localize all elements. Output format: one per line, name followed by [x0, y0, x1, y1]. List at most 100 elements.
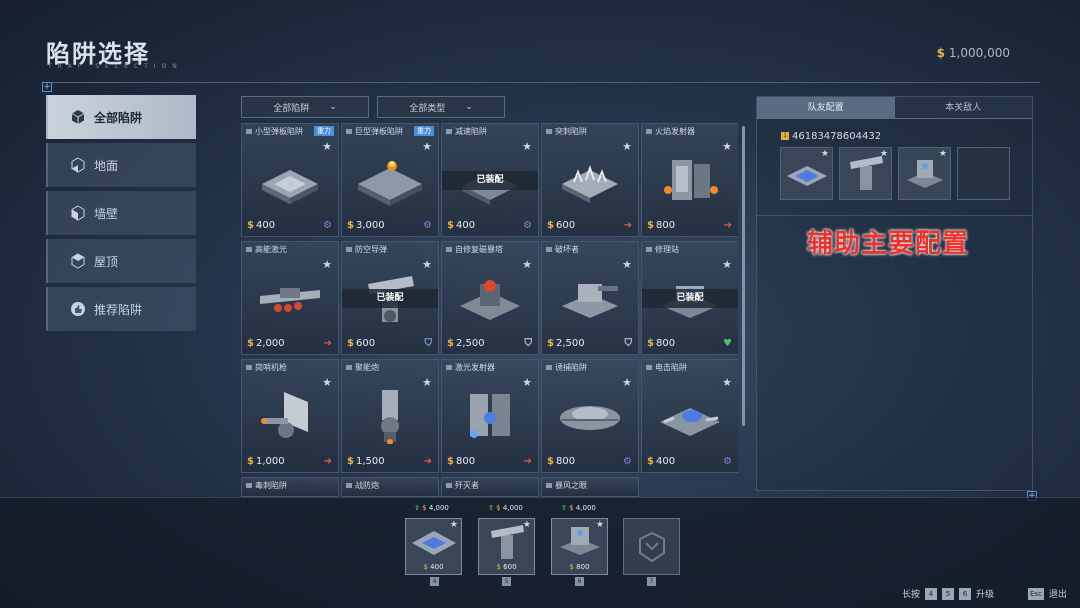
- arrow-right-icon[interactable]: ➜: [524, 456, 532, 467]
- trap-card[interactable]: 聚能炮 ★ $1,500 ➜: [341, 359, 439, 473]
- heart-icon[interactable]: ♥: [723, 338, 732, 349]
- exit-button[interactable]: Esc 退出: [1028, 587, 1067, 600]
- sidebar-item-label: 全部陷阱: [94, 110, 143, 125]
- trap-card[interactable]: 小型弹板陷阱 重力 ★ $400 ⚙: [241, 123, 339, 237]
- trap-card[interactable]: 毒刺陷阱: [241, 477, 339, 497]
- quickbar-slot-4[interactable]: ★ $ 400: [405, 518, 462, 575]
- teammate-slot-small-launch-pad[interactable]: ★: [780, 147, 833, 200]
- slot-price: 800: [576, 563, 590, 571]
- trap-card[interactable]: 修理站 ★ 已装配 $800 ♥: [641, 241, 738, 355]
- key-4: 4: [925, 587, 938, 600]
- floor-type-icon: [246, 483, 252, 488]
- floor-type-icon: [346, 247, 352, 252]
- arrow-right-icon[interactable]: ➜: [324, 456, 332, 467]
- teammate-slot-empty[interactable]: [957, 147, 1010, 200]
- teammate-id: 1 46183478604432: [781, 131, 881, 142]
- tab-teammate-config[interactable]: 队友配置: [757, 97, 895, 119]
- equipped-badge: 已装配: [442, 171, 538, 190]
- trap-name: 自修复磁暴塔: [455, 245, 503, 254]
- favorite-star-icon: ★: [522, 520, 531, 530]
- gear-icon[interactable]: ⚙: [423, 220, 432, 231]
- gravity-tag: 重力: [314, 126, 334, 136]
- key-6: 6: [959, 587, 972, 600]
- type-filter-dropdown[interactable]: 全部类型 ⌄: [377, 96, 505, 118]
- trap-card[interactable]: 破坏者 ★ $2,500 ⛉: [541, 241, 639, 355]
- trap-card[interactable]: 高能激光 ★ $2,000 ➜: [241, 241, 339, 355]
- teammate-slot-repair-station[interactable]: ★: [898, 147, 951, 200]
- trap-card[interactable]: 岗哨机枪 ★ $1,000 ➜: [241, 359, 339, 473]
- trap-price: 2,000: [255, 338, 285, 349]
- ceiling-type-icon: [346, 365, 352, 370]
- favorite-star-icon: ★: [820, 149, 829, 159]
- trap-card[interactable]: 歼灭者: [441, 477, 539, 497]
- chevron-down-icon: ⌄: [465, 102, 473, 112]
- trap-card[interactable]: 突刺陷阱 ★ $600 ➜: [541, 123, 639, 237]
- category-sidebar: 全部陷阱 地面 墙壁 屋顶 推荐陷阱: [46, 95, 196, 335]
- sidebar-item-label: 推荐陷阱: [94, 302, 143, 317]
- trap-card[interactable]: 暴风之眼: [541, 477, 639, 497]
- gear-icon[interactable]: ⚙: [623, 456, 632, 467]
- type-filter-value: 全部类型: [409, 103, 446, 114]
- trap-price: 800: [655, 220, 676, 231]
- floor-type-icon: [346, 483, 352, 488]
- arrow-right-icon[interactable]: ➜: [424, 456, 432, 467]
- quickbar-slot-5[interactable]: ★ $ 600: [478, 518, 535, 575]
- shield-icon[interactable]: ⛉: [625, 338, 633, 349]
- favorite-star-icon: ★: [595, 520, 604, 530]
- floor-type-icon: [246, 129, 252, 134]
- sidebar-item-recommended[interactable]: 推荐陷阱: [46, 287, 196, 331]
- trap-price: 400: [255, 220, 276, 231]
- teammate-slot-anti-air-missile[interactable]: ★: [839, 147, 892, 200]
- trap-filter-dropdown[interactable]: 全部陷阱 ⌄: [241, 96, 369, 118]
- trap-grid-scrollbar[interactable]: [742, 126, 745, 426]
- favorite-star-icon: ★: [449, 520, 458, 530]
- coin-icon: $: [247, 220, 254, 231]
- gravity-tag: 重力: [414, 126, 434, 136]
- gear-icon[interactable]: ⚙: [723, 456, 732, 467]
- gear-icon[interactable]: ⚙: [523, 220, 532, 231]
- coin-icon: $: [547, 456, 554, 467]
- arrow-right-icon[interactable]: ➜: [724, 220, 732, 231]
- upgrade-cost: ⇧ $ 4,000: [488, 504, 523, 512]
- tab-level-enemies[interactable]: 本关敌人: [894, 97, 1032, 119]
- floor-type-icon: [446, 129, 452, 134]
- sidebar-item-ceiling[interactable]: 屋顶: [46, 239, 196, 283]
- sidebar-item-label: 地面: [94, 158, 119, 173]
- laser-emitter-icon: [470, 394, 510, 438]
- level-badge: 1: [781, 132, 789, 140]
- coin-icon: $: [447, 456, 454, 467]
- trap-card[interactable]: 激光发射器 ★ $800 ➜: [441, 359, 539, 473]
- arrow-right-icon[interactable]: ➜: [624, 220, 632, 231]
- sidebar-item-floor[interactable]: 地面: [46, 143, 196, 187]
- trap-name: 破坏者: [555, 245, 579, 254]
- trap-card[interactable]: 火焰发射器 ★ $800 ➜: [641, 123, 738, 237]
- trap-price: 800: [655, 338, 676, 349]
- quickbar-slot-6[interactable]: ★ $ 800: [551, 518, 608, 575]
- header-divider: [42, 82, 1040, 83]
- coin-icon: $: [647, 220, 654, 231]
- trap-card[interactable]: 减速陷阱 ★ 已装配 $400 ⚙: [441, 123, 539, 237]
- quickbar-slot-7[interactable]: [623, 518, 680, 575]
- trap-card[interactable]: 战防炮: [341, 477, 439, 497]
- trap-card[interactable]: 诱捕陷阱 ★ $800 ⚙: [541, 359, 639, 473]
- trap-card[interactable]: 防空导弹 ★ 已装配 $600 ⛉: [341, 241, 439, 355]
- shield-icon[interactable]: ⛉: [525, 338, 533, 349]
- trap-price: 800: [555, 456, 576, 467]
- trap-price: 800: [455, 456, 476, 467]
- arrow-right-icon[interactable]: ➜: [324, 338, 332, 349]
- tesla-tower-icon: [460, 280, 520, 320]
- trap-card[interactable]: 自修复磁暴塔 ★ $2,500 ⛉: [441, 241, 539, 355]
- sidebar-item-label: 墙壁: [94, 206, 119, 221]
- shock-trap-icon: [660, 408, 720, 436]
- money-value: 1,000,000: [948, 46, 1010, 60]
- upgrade-cost-value: 4,000: [575, 504, 596, 512]
- trap-card[interactable]: 电击陷阱 ★ $400 ⚙: [641, 359, 738, 473]
- gear-icon[interactable]: ⚙: [323, 220, 332, 231]
- sidebar-item-all-traps[interactable]: 全部陷阱: [46, 95, 196, 139]
- shield-icon[interactable]: ⛉: [425, 338, 433, 349]
- trap-card[interactable]: 巨型弹板陷阱 重力 ★ $3,000 ⚙: [341, 123, 439, 237]
- favorite-star-icon: ★: [879, 149, 888, 159]
- coin-icon: $: [247, 456, 254, 467]
- corner-plus-icon: +: [42, 82, 52, 92]
- sidebar-item-wall[interactable]: 墙壁: [46, 191, 196, 235]
